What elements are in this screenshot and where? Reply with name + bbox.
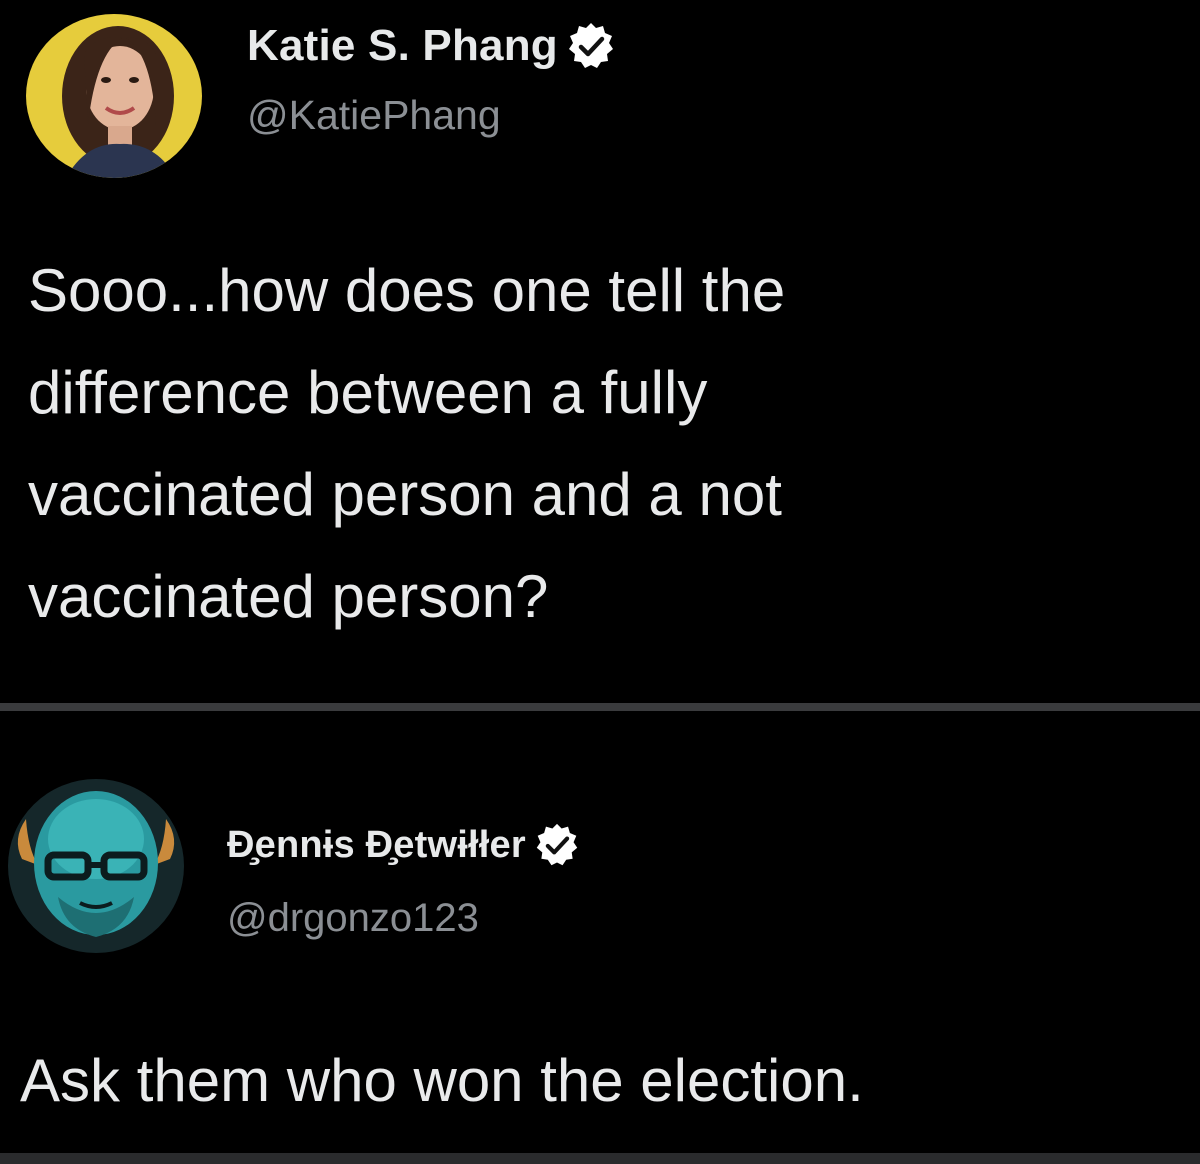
author-row: Đ̧ennɨs Đ̧etwɨłłer (227, 819, 580, 871)
divider (0, 703, 1200, 711)
avatar[interactable] (8, 779, 184, 953)
profile-illustration-icon (8, 779, 184, 953)
avatar[interactable] (26, 14, 202, 178)
display-name[interactable]: Đ̧ennɨs Đ̧etwɨłłer (227, 824, 526, 867)
tweet-dennis: Đ̧ennɨs Đ̧etwɨłłer @drgonzo123 Ask them … (0, 711, 1200, 1153)
display-name[interactable]: Katie S. Phang (247, 21, 558, 71)
tweet-text: Sooo...how does one tell the difference … (28, 257, 786, 630)
author-row: Katie S. Phang (247, 18, 616, 74)
user-handle[interactable]: @KatiePhang (247, 92, 501, 139)
bottom-edge (0, 1153, 1200, 1164)
tweet-text: Ask them who won the election. (20, 1047, 864, 1114)
tweet-katie: Katie S. Phang @KatiePhang Sooo...how do… (0, 0, 1200, 703)
verified-check-icon (566, 21, 616, 71)
user-handle[interactable]: @drgonzo123 (227, 896, 479, 941)
verified-check-icon (534, 822, 580, 868)
profile-photo-icon (26, 14, 202, 178)
